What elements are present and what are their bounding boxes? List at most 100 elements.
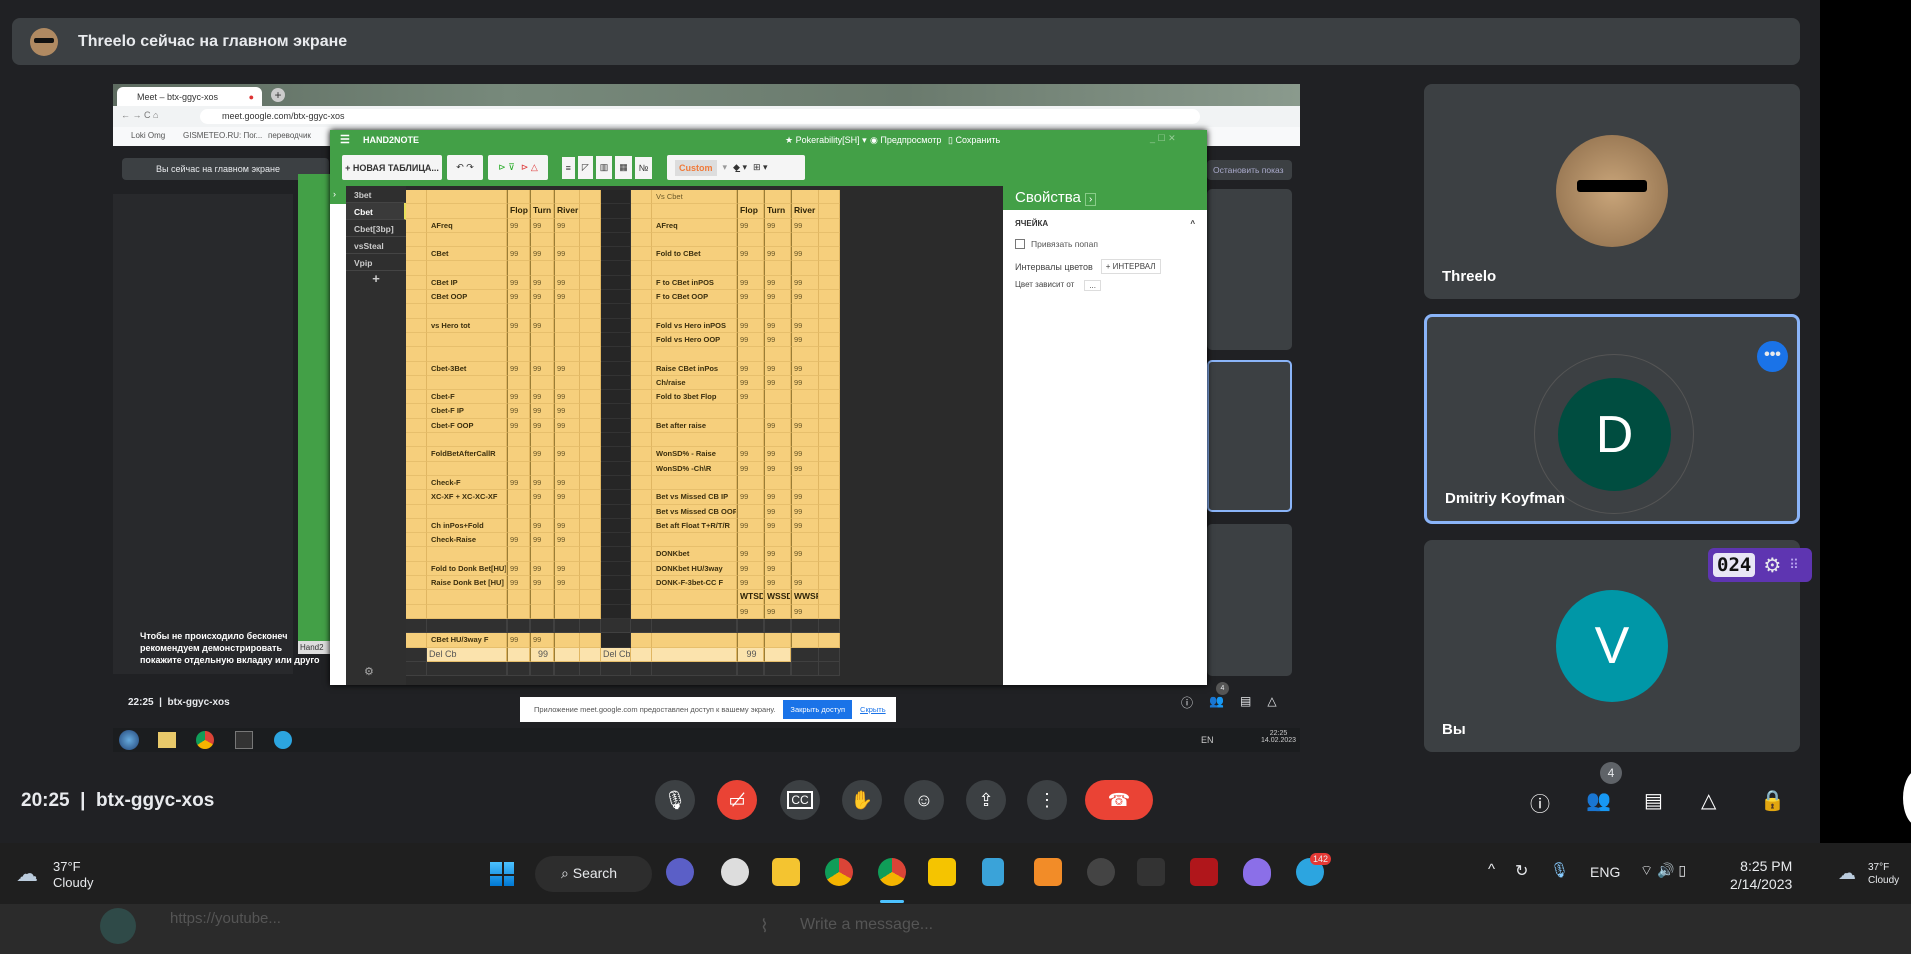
cell-value[interactable]: [530, 618, 554, 634]
cell-value[interactable]: [764, 533, 791, 548]
cell-value[interactable]: [737, 533, 764, 548]
cell-value[interactable]: 99: [507, 533, 530, 548]
cell[interactable]: [580, 275, 601, 291]
cell-value[interactable]: [554, 633, 580, 648]
cell-value[interactable]: 99: [737, 332, 764, 348]
cell[interactable]: [819, 318, 840, 333]
cell[interactable]: [406, 461, 427, 476]
cell[interactable]: [631, 332, 652, 348]
cell-value[interactable]: 99: [507, 475, 530, 491]
cell-value[interactable]: 99: [530, 490, 554, 505]
cell-value[interactable]: [791, 475, 819, 491]
insert-icons[interactable]: ⊳ ⊽ ⊳ △: [488, 155, 548, 180]
activities-icon[interactable]: △: [1701, 788, 1716, 813]
cell[interactable]: [631, 247, 652, 262]
notepad-icon[interactable]: [982, 858, 1004, 886]
cell-value[interactable]: 99: [737, 490, 764, 505]
cell-value[interactable]: 99: [737, 647, 764, 662]
cell-value[interactable]: [737, 304, 764, 319]
cell[interactable]: [580, 375, 601, 391]
cell-value[interactable]: [791, 661, 819, 677]
cell-value[interactable]: 99: [764, 375, 791, 391]
cell[interactable]: [406, 604, 427, 619]
cell-label[interactable]: WonSD% - Raise: [652, 447, 737, 462]
cell-value[interactable]: 99: [791, 518, 819, 534]
cell-value[interactable]: 99: [737, 461, 764, 476]
cell-label[interactable]: Bet aft Float T+R/T/R: [652, 518, 737, 534]
cell[interactable]: [406, 661, 427, 677]
cell-value[interactable]: 99: [554, 290, 580, 305]
system-clock[interactable]: 8:25 PM 2/14/2023: [1730, 857, 1792, 893]
cell-value[interactable]: 99: [737, 247, 764, 262]
cell-value[interactable]: [737, 404, 764, 419]
preview-button[interactable]: ◉ Предпросмотр: [870, 135, 941, 146]
lang-indicator[interactable]: EN: [1201, 735, 1214, 745]
cell-value[interactable]: [764, 304, 791, 319]
cell[interactable]: [406, 290, 427, 305]
people-icon[interactable]: 👥: [1586, 788, 1611, 813]
cell-value[interactable]: 99: [554, 390, 580, 405]
cell[interactable]: [580, 290, 601, 305]
cell-label[interactable]: [427, 261, 507, 276]
cell-label[interactable]: Cbet-F OOP: [427, 418, 507, 434]
cell[interactable]: [601, 490, 631, 505]
cell-label[interactable]: [427, 304, 507, 319]
cell[interactable]: [819, 218, 840, 233]
cell[interactable]: [406, 561, 427, 577]
cell-label[interactable]: [427, 604, 507, 619]
cell[interactable]: [406, 647, 427, 662]
cell-value[interactable]: 99: [791, 332, 819, 348]
cell[interactable]: [819, 304, 840, 319]
cell-value[interactable]: Turn: [764, 204, 791, 219]
cell-value[interactable]: 99: [791, 490, 819, 505]
cell[interactable]: [819, 390, 840, 405]
cell[interactable]: [406, 518, 427, 534]
cell-value[interactable]: [764, 433, 791, 448]
cell-value[interactable]: [507, 347, 530, 362]
cell[interactable]: [631, 618, 652, 634]
cell-value[interactable]: 99: [530, 218, 554, 233]
cell-value[interactable]: River: [554, 204, 580, 219]
nav-icons[interactable]: ← → C ⌂: [121, 110, 158, 120]
cell-label[interactable]: [652, 475, 737, 491]
hangup-button[interactable]: ☎: [1085, 780, 1153, 820]
cell-value[interactable]: [554, 604, 580, 619]
cell-value[interactable]: [530, 347, 554, 362]
cell-value[interactable]: [507, 490, 530, 505]
cell-label[interactable]: [652, 590, 737, 605]
cell[interactable]: [580, 618, 601, 634]
cell-value[interactable]: [507, 618, 530, 634]
cell-label[interactable]: DONK-F-3bet-CC F: [652, 576, 737, 591]
cell-value[interactable]: [554, 347, 580, 362]
cell[interactable]: [406, 375, 427, 391]
cell-value[interactable]: [554, 261, 580, 276]
cell-value[interactable]: 99: [764, 604, 791, 619]
cell-value[interactable]: 99: [791, 604, 819, 619]
cell[interactable]: [819, 475, 840, 491]
cell-value[interactable]: 99: [554, 518, 580, 534]
cell[interactable]: [819, 461, 840, 476]
chat-link[interactable]: https://youtube...: [170, 910, 281, 927]
explorer-icon[interactable]: [158, 732, 176, 748]
cell-label[interactable]: [652, 604, 737, 619]
cell-value[interactable]: 99: [554, 533, 580, 548]
cell[interactable]: [601, 232, 631, 248]
cell[interactable]: [580, 590, 601, 605]
cell-value[interactable]: [530, 461, 554, 476]
cell-value[interactable]: [737, 618, 764, 634]
cell-value[interactable]: 99: [791, 275, 819, 291]
cell[interactable]: [406, 304, 427, 319]
cell[interactable]: [631, 404, 652, 419]
add-tab-button[interactable]: +: [346, 271, 406, 288]
cell-value[interactable]: 99: [737, 604, 764, 619]
cell-label[interactable]: [652, 647, 737, 662]
cell-value[interactable]: [764, 647, 791, 662]
cell[interactable]: [406, 218, 427, 233]
cell[interactable]: [406, 361, 427, 376]
cell[interactable]: [819, 347, 840, 362]
cell[interactable]: [601, 547, 631, 562]
cell-value[interactable]: 99: [791, 361, 819, 376]
cell-value[interactable]: [791, 347, 819, 362]
cell-value[interactable]: [791, 404, 819, 419]
cell-value[interactable]: [507, 375, 530, 391]
